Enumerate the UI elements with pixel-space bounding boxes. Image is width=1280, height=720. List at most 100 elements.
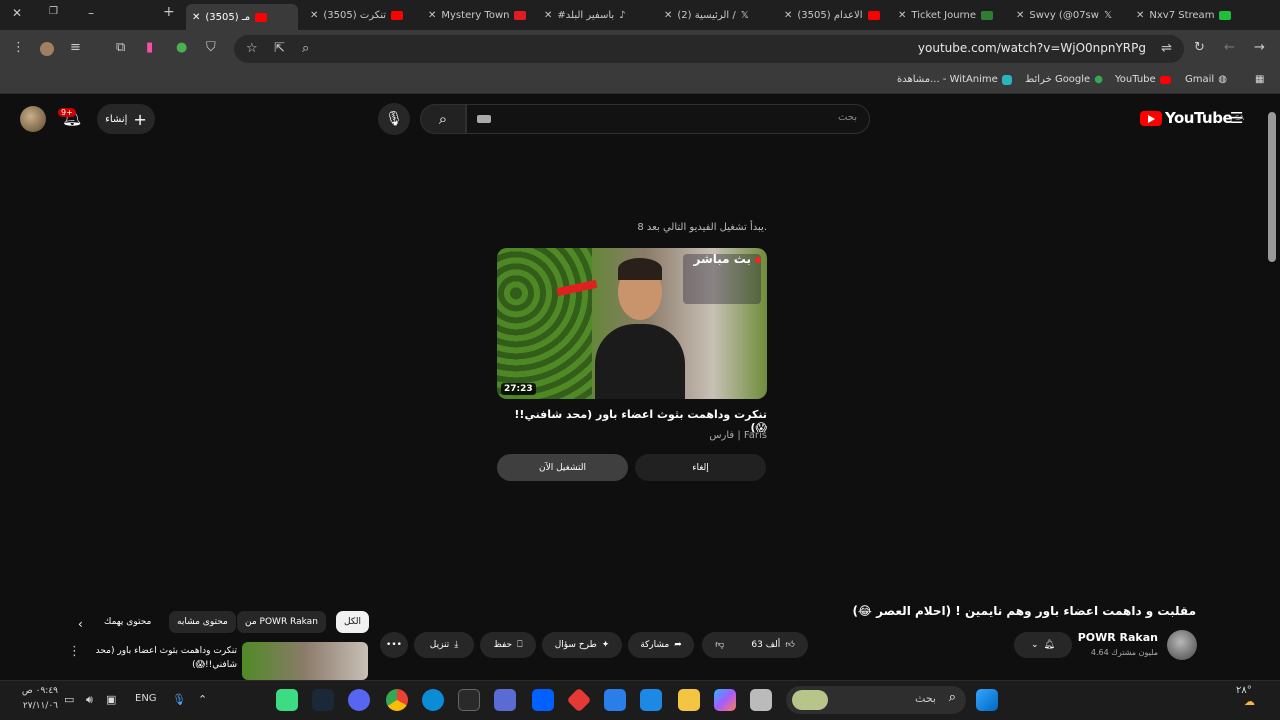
site-settings-icon[interactable]: ⇌ [1161,41,1172,56]
more-vert-icon[interactable]: ⋮ [68,644,81,659]
chip-all[interactable]: الكل [336,611,370,633]
back-icon[interactable]: → [1254,40,1265,55]
extension-icon[interactable]: ▮ [146,40,153,55]
close-icon[interactable]: ✕ [1016,10,1024,21]
tab[interactable]: ✕ Ticket Journe [898,4,1002,26]
network-icon[interactable]: ▣ [106,693,116,706]
install-app-icon[interactable]: ⇱ [274,41,285,56]
address-bar[interactable]: ☆ ⇱ ⌕ youtube.com/watch?v=WjO0npnYRPg ⇌ [234,35,1184,63]
app-icon[interactable] [566,687,592,713]
close-icon[interactable]: ✕ [1136,10,1144,21]
save-button[interactable]: حفظ ⎕ [480,632,536,658]
steam-icon[interactable] [312,689,334,711]
chrome-icon[interactable] [386,689,408,711]
tab[interactable]: ✕ (3505) الاعدام [784,4,888,26]
close-icon[interactable]: ✕ [192,12,200,23]
chip-related[interactable]: محتوى مشابه [169,611,236,633]
like-icon[interactable]: 👍︎ [785,640,794,650]
volume-icon[interactable]: 🔊︎ [86,693,93,707]
zoom-icon[interactable]: ⌕ [302,41,309,56]
language-indicator[interactable]: ENG [135,693,157,704]
create-button[interactable]: إنشاء + [97,104,155,134]
chevron-down-icon: ⌄ [1031,640,1039,650]
minimize-window-icon[interactable]: – [88,6,94,20]
windows-start-icon[interactable] [976,689,998,711]
keyboard-icon[interactable] [477,115,491,123]
forward-icon[interactable]: ← [1224,40,1235,55]
mic-icon[interactable]: 🎙︎ [172,693,186,706]
clock[interactable]: ٠٩:٤٩ ص ٢٧/١١/٠٦ [8,684,58,714]
ask-button[interactable]: طرح سؤال ✦ [542,632,622,658]
chevron-up-icon[interactable]: ⌃ [198,693,207,706]
cancel-button[interactable]: إلغاء [635,454,766,481]
battery-icon[interactable]: ▭ [64,693,74,706]
chip-from-channel[interactable]: من POWR Rakan [237,611,326,633]
tab[interactable]: ✕ Swvy (@07sw 𝕏 [1016,4,1122,26]
dislike-icon[interactable]: 👎︎ [715,640,724,650]
browser-toolbar: ⋮ ≡ ⧉ ▮ ● ⛉ ☆ ⇱ ⌕ youtube.com/watch?v=Wj… [0,30,1280,68]
next-video-thumbnail[interactable]: بث مباشر 27:23 [497,248,767,399]
extensions-icon[interactable]: ⧉ [116,40,125,55]
reload-icon[interactable]: ↻ [1194,40,1205,55]
tab[interactable]: ✕ (2) الرئيسية / 𝕏 [664,4,768,26]
file-explorer-icon[interactable] [678,689,700,711]
weather-icon[interactable]: ☁ [1244,695,1255,708]
related-video-thumbnail[interactable] [242,642,368,680]
copilot-icon[interactable] [714,689,736,711]
mail-icon[interactable] [604,689,626,711]
tab[interactable]: ✕ (3505) تنكرت [310,4,418,26]
all-bookmarks-icon[interactable]: ▦ [1255,74,1264,85]
close-icon[interactable]: ✕ [664,10,672,21]
app-icon[interactable] [494,689,516,711]
youtube-logo[interactable]: YouTube SA [1140,109,1244,127]
chevron-left-icon[interactable]: ‹ [78,617,83,631]
dropbox-icon[interactable] [532,689,554,711]
close-icon[interactable]: ✕ [898,10,906,21]
shield-icon[interactable]: ⛉ [206,40,216,55]
search-button[interactable]: ⌕ [420,104,466,134]
related-video-title[interactable]: تنكرت وداهمت بثوث اعضاء باور (محد شافني!… [92,644,237,672]
channel-name[interactable]: POWR Rakan [1078,631,1158,644]
app-icon[interactable] [750,689,772,711]
profile-avatar[interactable] [40,42,54,56]
restore-window-icon[interactable]: ❐ [49,6,58,17]
tab-active[interactable]: ✕ (3505) مـ [186,4,298,30]
avatar[interactable] [20,106,46,132]
extension-badge-icon[interactable]: ● [176,40,187,55]
tab[interactable]: ✕ #باسفير البلد ♪ [544,4,648,26]
taskbar-search[interactable]: بحث ⌕ [786,686,966,714]
like-dislike-group: 👎︎ 63 ألف 👍︎ [702,632,808,658]
app-icon[interactable] [276,689,298,711]
bookmark-youtube[interactable]: YouTube [1115,74,1171,85]
close-window-icon[interactable]: ✕ [12,6,22,20]
tab[interactable]: ✕ Mystery Town [428,4,532,26]
close-icon[interactable]: ✕ [428,10,436,21]
edge-icon[interactable] [422,689,444,711]
close-icon[interactable]: ✕ [310,10,318,21]
bookmark-witanime[interactable]: مشاهدة... - WitAnime [897,74,1012,85]
search-input[interactable]: بحث [466,104,870,134]
reading-list-icon[interactable]: ≡ [70,40,81,55]
channel-avatar[interactable] [1167,630,1197,660]
menu-dots-icon[interactable]: ⋮ [12,40,25,55]
scrollbar-thumb[interactable] [1268,112,1276,262]
chip-for-you[interactable]: محتوى يهمك [96,611,159,633]
epic-games-icon[interactable] [458,689,480,711]
download-button[interactable]: تنزيل ⤓ [414,632,474,658]
store-icon[interactable] [640,689,662,711]
page-scrollbar[interactable] [1264,98,1280,680]
close-icon[interactable]: ✕ [784,10,792,21]
close-icon[interactable]: ✕ [544,10,552,21]
bookmark-star-icon[interactable]: ☆ [246,41,258,56]
hamburger-menu-icon[interactable]: ☰ [1230,109,1243,127]
play-now-button[interactable]: التشغيل الآن [497,454,628,481]
bookmark-maps[interactable]: خرائط Google ● [1025,74,1103,85]
subscribe-notifications-button[interactable]: ⌄ 🔔︎ [1014,632,1072,658]
discord-icon[interactable] [348,689,370,711]
new-tab-icon[interactable]: + [163,4,175,20]
bookmark-gmail[interactable]: Gmail ◍ [1185,74,1227,85]
more-actions-button[interactable]: ••• [380,632,408,658]
voice-search-button[interactable]: 🎙︎ [378,103,410,135]
share-button[interactable]: مشاركة ➦ [628,632,694,658]
tab[interactable]: ✕ Nxv7 Stream [1136,4,1244,26]
